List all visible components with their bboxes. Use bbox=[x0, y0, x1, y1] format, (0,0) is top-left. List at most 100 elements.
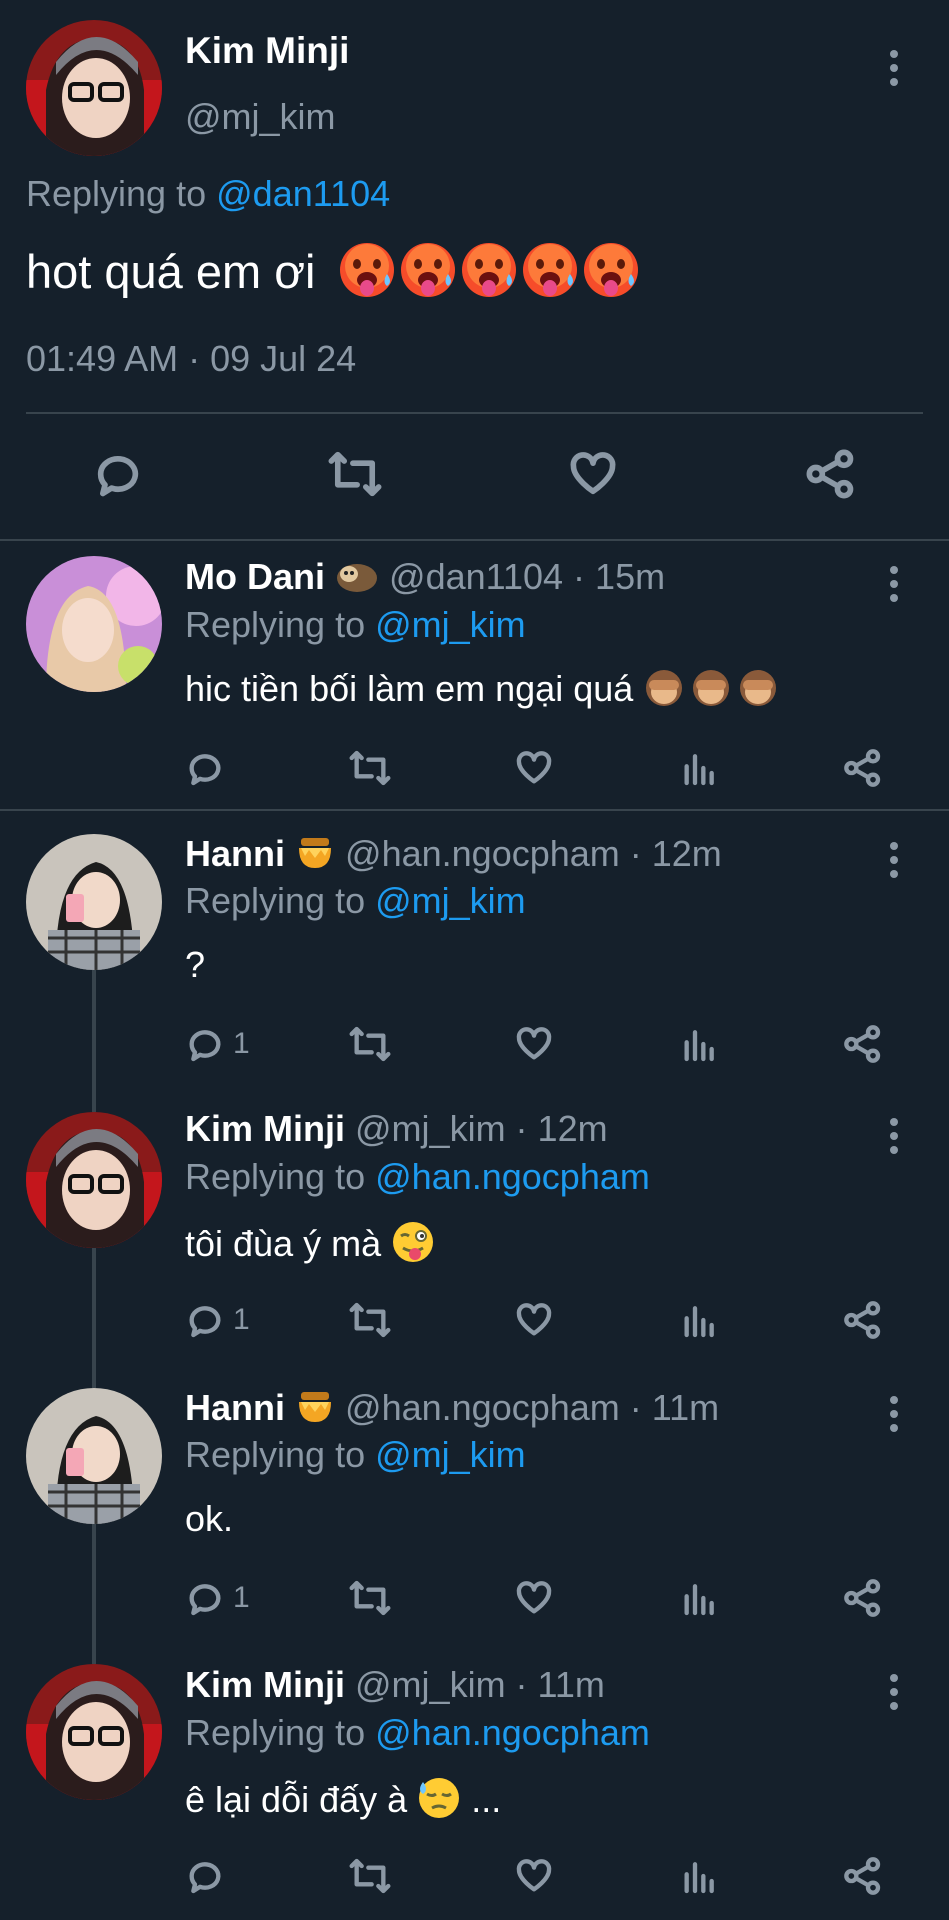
more-options-icon[interactable] bbox=[890, 1118, 900, 1160]
timestamp-divider bbox=[26, 412, 923, 414]
more-options-icon[interactable] bbox=[890, 1674, 900, 1716]
share-icon bbox=[806, 449, 854, 499]
reply-handle-time[interactable]: @han.ngocpham · 12m bbox=[345, 833, 722, 874]
see-no-evil-monkey-emoji bbox=[643, 666, 783, 717]
author-handle[interactable]: @mj_kim bbox=[185, 96, 336, 138]
reply-count: 1 bbox=[233, 1303, 250, 1336]
reply-button[interactable] bbox=[185, 748, 233, 788]
reply-avatar[interactable] bbox=[26, 1112, 162, 1248]
reply-author-name[interactable]: Hanni bbox=[185, 1387, 285, 1428]
analytics-icon bbox=[684, 754, 714, 786]
reply-author-name[interactable]: Mo Dani bbox=[185, 556, 325, 597]
reply-handle-time[interactable]: @mj_kim · 11m bbox=[355, 1664, 605, 1705]
share-icon bbox=[844, 749, 881, 787]
author-name[interactable]: Kim Minji bbox=[185, 30, 349, 72]
share-button[interactable] bbox=[805, 448, 857, 505]
reply-text-line: tôi đùa ý mà bbox=[185, 1220, 435, 1273]
views-button[interactable] bbox=[680, 1300, 720, 1345]
reply-avatar[interactable] bbox=[26, 556, 162, 692]
reply-button[interactable] bbox=[92, 448, 144, 505]
reply-handle-time[interactable]: @dan1104 · 15m bbox=[389, 556, 665, 597]
reply-author-name[interactable]: Kim Minji bbox=[185, 1108, 345, 1149]
heart-icon bbox=[516, 1581, 552, 1614]
heart-icon bbox=[516, 751, 552, 784]
views-button[interactable] bbox=[680, 1024, 720, 1069]
share-icon bbox=[844, 1857, 881, 1895]
analytics-icon bbox=[684, 1862, 714, 1894]
replying-to-mention[interactable]: @han.ngocpham bbox=[375, 1712, 650, 1753]
replying-to-mention[interactable]: @mj_kim bbox=[375, 880, 526, 921]
reply-author-name[interactable]: Hanni bbox=[185, 833, 285, 874]
share-button[interactable] bbox=[843, 1300, 883, 1345]
more-options-icon[interactable] bbox=[890, 50, 900, 92]
retweet-button[interactable] bbox=[348, 1300, 392, 1345]
like-button[interactable] bbox=[514, 1856, 554, 1901]
replying-to-label: Replying to bbox=[185, 604, 366, 645]
reply-handle-time[interactable]: @han.ngocpham · 11m bbox=[345, 1387, 719, 1428]
views-button[interactable] bbox=[680, 1578, 720, 1623]
more-options-icon[interactable] bbox=[890, 842, 900, 884]
replying-to-line: Replying to @mj_kim bbox=[185, 604, 526, 646]
like-button[interactable] bbox=[514, 1300, 554, 1345]
honey-pot-emoji bbox=[295, 832, 335, 881]
views-button[interactable] bbox=[680, 748, 720, 793]
share-icon bbox=[844, 1301, 881, 1339]
share-button[interactable] bbox=[843, 1856, 883, 1901]
retweet-icon bbox=[349, 1858, 391, 1894]
reply-author-name[interactable]: Kim Minji bbox=[185, 1664, 345, 1705]
like-button[interactable] bbox=[514, 1024, 554, 1069]
replying-to-mention[interactable]: @dan1104 bbox=[216, 173, 390, 214]
reply-text: hic tiền bối làm em ngại quá bbox=[185, 668, 634, 710]
tweet-timestamp: 01:49 AM · 09 Jul 24 bbox=[26, 338, 357, 379]
like-button[interactable] bbox=[514, 1578, 554, 1623]
retweet-button[interactable] bbox=[348, 748, 392, 793]
reply-icon bbox=[189, 1862, 221, 1894]
like-button[interactable] bbox=[567, 448, 619, 505]
reply-handle-time[interactable]: @mj_kim · 12m bbox=[355, 1108, 608, 1149]
sloth-emoji bbox=[335, 556, 379, 603]
replying-to-mention[interactable]: @han.ngocpham bbox=[375, 1156, 650, 1197]
thread-connector bbox=[92, 970, 96, 1112]
share-icon bbox=[844, 1025, 881, 1063]
thread-connector bbox=[92, 1524, 96, 1664]
more-options-icon[interactable] bbox=[890, 566, 900, 608]
tweet-text-line: hot quá em ơi bbox=[26, 240, 643, 311]
reply-button[interactable]: 1 bbox=[185, 1024, 250, 1064]
replying-to-label: Replying to bbox=[185, 1434, 366, 1475]
reply-header: Hanni @han.ngocpham · 12m bbox=[185, 832, 722, 881]
share-button[interactable] bbox=[843, 1024, 883, 1069]
share-button[interactable] bbox=[843, 748, 883, 793]
reply-text: tôi đùa ý mà bbox=[185, 1223, 382, 1265]
like-button[interactable] bbox=[514, 748, 554, 793]
replying-to-label: Replying to bbox=[185, 1712, 366, 1753]
author-avatar[interactable] bbox=[26, 20, 162, 156]
reply-icon bbox=[189, 1030, 221, 1062]
retweet-button[interactable] bbox=[348, 1578, 392, 1623]
heart-icon bbox=[516, 1303, 552, 1336]
reply-button[interactable]: 1 bbox=[185, 1578, 250, 1618]
reply-header: Kim Minji @mj_kim · 11m bbox=[185, 1664, 605, 1706]
reply-header: Kim Minji @mj_kim · 12m bbox=[185, 1108, 608, 1150]
reply-avatar[interactable] bbox=[26, 1388, 162, 1524]
reply-button[interactable]: 1 bbox=[185, 1300, 250, 1340]
replying-to-mention[interactable]: @mj_kim bbox=[375, 1434, 526, 1475]
views-button[interactable] bbox=[680, 1856, 720, 1901]
hot-face-emoji bbox=[337, 240, 643, 311]
reply-icon bbox=[189, 1584, 221, 1616]
reply-header: Hanni @han.ngocpham · 11m bbox=[185, 1386, 719, 1435]
replying-to-line: Replying to @dan1104 bbox=[26, 173, 390, 215]
reply-button[interactable] bbox=[185, 1856, 233, 1896]
more-options-icon[interactable] bbox=[890, 1396, 900, 1438]
reply-avatar[interactable] bbox=[26, 1664, 162, 1800]
replying-to-mention[interactable]: @mj_kim bbox=[375, 604, 526, 645]
reply-avatar[interactable] bbox=[26, 834, 162, 970]
share-button[interactable] bbox=[843, 1578, 883, 1623]
share-icon bbox=[844, 1579, 881, 1617]
retweet-button[interactable] bbox=[348, 1856, 392, 1901]
reply-text-line: hic tiền bối làm em ngại quá bbox=[185, 666, 783, 717]
retweet-button[interactable] bbox=[348, 1024, 392, 1069]
reply-text-suffix: ... bbox=[471, 1779, 502, 1821]
retweet-button[interactable] bbox=[327, 448, 383, 505]
analytics-icon bbox=[684, 1584, 714, 1616]
honey-pot-emoji bbox=[295, 1386, 335, 1435]
